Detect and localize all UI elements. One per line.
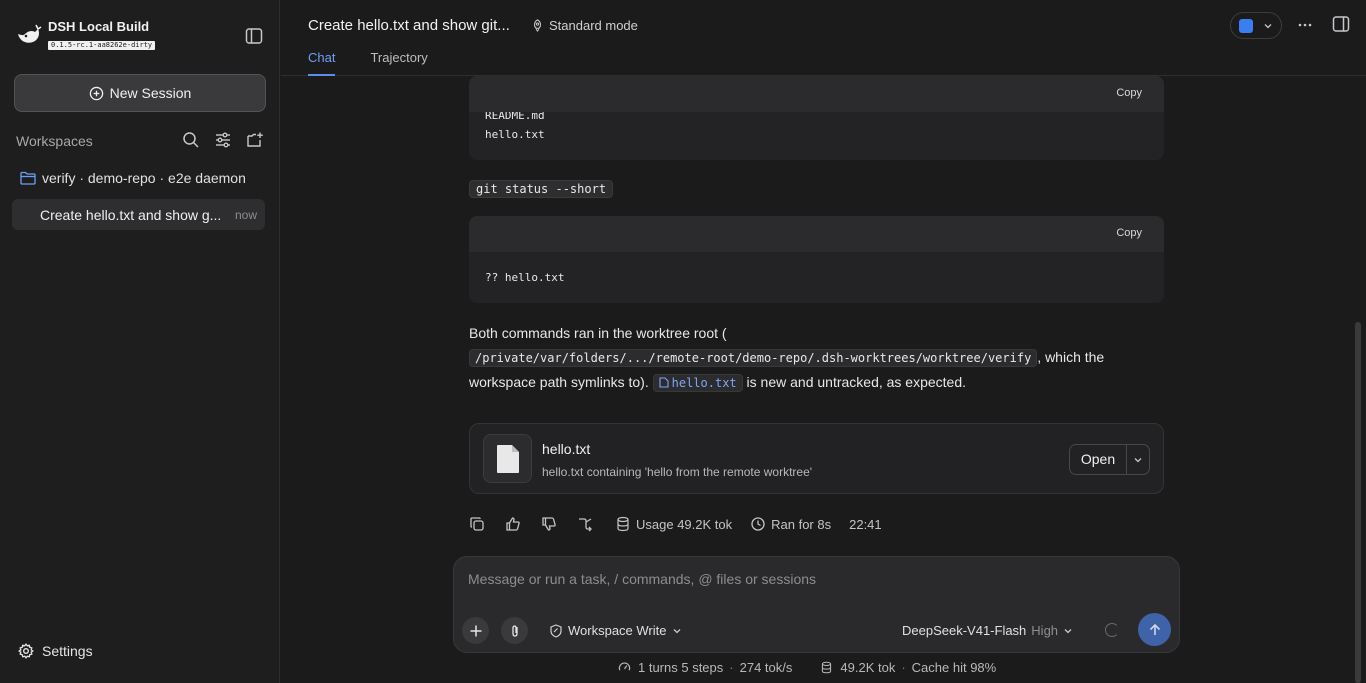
- session-status-bar: 1 turns 5 steps · 274 tok/s 49.2K tok · …: [618, 660, 996, 675]
- attach-button[interactable]: [501, 617, 528, 644]
- para-end: is new and untracked, as expected.: [746, 374, 967, 390]
- chevron-down-icon: [1264, 23, 1272, 28]
- plus-icon: [470, 625, 481, 636]
- sidebar-toggle-icon[interactable]: [244, 26, 264, 46]
- file-icon: [659, 377, 669, 388]
- session-title: Create hello.txt and show g...: [40, 206, 222, 223]
- workspace-name: verify · demo-repo · e2e daemon: [42, 170, 246, 186]
- agent-selector[interactable]: [1230, 12, 1282, 39]
- clock-icon: [751, 517, 765, 531]
- loading-spinner-icon: [1105, 623, 1119, 637]
- tab-bar: Chat Trajectory: [308, 50, 428, 76]
- scrollbar[interactable]: [1355, 322, 1361, 683]
- database-icon: [617, 516, 629, 532]
- chat-title: Create hello.txt and show git...: [308, 17, 510, 34]
- thumbs-up-icon[interactable]: [505, 516, 521, 532]
- add-folder-icon[interactable]: [246, 131, 264, 149]
- file-link-chip[interactable]: hello.txt: [652, 374, 743, 392]
- composer: Workspace Write DeepSeek-V41-Flash High: [453, 556, 1180, 653]
- code-line: ?? hello.txt: [485, 271, 565, 284]
- whale-logo-icon: [18, 24, 42, 43]
- message-time: 22:41: [849, 516, 882, 532]
- file-card-name: hello.txt: [542, 441, 591, 457]
- copy-icon[interactable]: [469, 516, 485, 532]
- brand-title: DSH Local Build: [48, 19, 150, 34]
- mode-label: Standard mode: [549, 18, 638, 33]
- code-block-header: Copy: [469, 76, 1164, 112]
- search-icon[interactable]: [182, 131, 200, 149]
- usage-label: Usage 49.2K tok: [636, 516, 733, 532]
- reasoning-level: High: [1031, 623, 1059, 638]
- add-button[interactable]: [462, 617, 489, 644]
- total-tokens: 49.2K tok: [840, 660, 896, 675]
- permission-selector[interactable]: Workspace Write: [549, 623, 682, 638]
- open-button[interactable]: Open: [1070, 445, 1127, 474]
- arrow-up-icon: [1149, 623, 1160, 635]
- usage-stat: Usage 49.2K tok: [615, 516, 732, 532]
- token-speed: 274 tok/s: [739, 660, 793, 675]
- turns-steps: 1 turns 5 steps: [638, 660, 724, 675]
- gear-icon: [18, 643, 34, 659]
- inline-command: git status --short: [469, 180, 614, 198]
- tab-trajectory[interactable]: Trajectory: [370, 50, 427, 76]
- code-line: hello.txt: [485, 128, 545, 141]
- paperclip-icon: [511, 624, 518, 637]
- new-session-button[interactable]: New Session: [14, 74, 266, 112]
- file-link-label: hello.txt: [671, 376, 737, 390]
- top-bar: Create hello.txt and show git... Standar…: [281, 0, 1366, 76]
- app-window: DSH Local Build 0.1.5-rc.1-aa8262e-dirty…: [0, 0, 1366, 683]
- agent-app-icon: [1239, 18, 1253, 33]
- para-start: Both commands ran in the worktree root (: [469, 325, 727, 341]
- branch-icon[interactable]: [577, 516, 593, 532]
- open-options-button[interactable]: [1127, 455, 1149, 465]
- cache-hit: Cache hit 98%: [911, 660, 997, 675]
- plus-circle-icon: [89, 86, 103, 100]
- model-name: DeepSeek-V41-Flash: [902, 623, 1027, 638]
- shield-edit-icon: [550, 623, 562, 638]
- new-session-label: New Session: [109, 85, 192, 101]
- brand-version-badge: 0.1.5-rc.1-aa8262e-dirty: [48, 41, 156, 50]
- chevron-down-icon: [673, 628, 680, 633]
- code-block-ls: Copy README.md hello.txt: [469, 76, 1164, 160]
- settings-label: Settings: [42, 643, 93, 659]
- copy-button[interactable]: Copy: [1116, 227, 1142, 239]
- settings-button[interactable]: Settings: [18, 643, 93, 659]
- folder-icon: [20, 171, 36, 185]
- file-card: hello.txt hello.txt containing 'hello fr…: [469, 423, 1164, 494]
- thumbs-down-icon[interactable]: [541, 516, 557, 532]
- open-button-group: Open: [1069, 444, 1150, 475]
- workspace-item[interactable]: verify · demo-repo · e2e daemon: [20, 170, 246, 186]
- code-block-header: Copy: [469, 216, 1164, 252]
- code-block-git-status: Copy ?? hello.txt: [469, 216, 1164, 303]
- model-selector[interactable]: DeepSeek-V41-Flash High: [902, 623, 1073, 638]
- more-options-icon[interactable]: [1296, 16, 1314, 34]
- workspaces-header: Workspaces: [16, 131, 266, 151]
- chevron-down-icon: [1064, 628, 1072, 633]
- brand: DSH Local Build 0.1.5-rc.1-aa8262e-dirty: [16, 19, 156, 50]
- send-button[interactable]: [1138, 613, 1171, 646]
- chevron-down-icon: [1134, 457, 1142, 462]
- assistant-message-text: Both commands ran in the worktree root (…: [469, 321, 1159, 395]
- filter-sliders-icon[interactable]: [214, 131, 232, 149]
- document-icon: [496, 444, 519, 473]
- session-item[interactable]: Create hello.txt and show g... now: [12, 199, 265, 230]
- message-actions: Usage 49.2K tok Ran for 8s 22:41: [468, 516, 882, 532]
- duration-stat: Ran for 8s: [750, 516, 831, 532]
- tab-chat[interactable]: Chat: [308, 50, 336, 76]
- file-card-description: hello.txt containing 'hello from the rem…: [542, 465, 813, 479]
- session-time: now: [234, 207, 257, 222]
- permission-label: Workspace Write: [568, 623, 667, 638]
- sidebar: DSH Local Build 0.1.5-rc.1-aa8262e-dirty…: [0, 0, 280, 683]
- mode-indicator[interactable]: Standard mode: [531, 18, 638, 33]
- worktree-path-code: /private/var/folders/.../remote-root/dem…: [469, 349, 1038, 367]
- speedometer-icon: [618, 662, 631, 671]
- workspaces-label: Workspaces: [16, 133, 93, 149]
- message-input[interactable]: [468, 571, 1158, 587]
- file-thumbnail: [483, 434, 532, 483]
- rocket-icon: [533, 19, 542, 32]
- database-icon: [822, 661, 832, 674]
- right-panel-toggle-icon[interactable]: [1332, 15, 1350, 33]
- duration-label: Ran for 8s: [771, 516, 832, 532]
- copy-button[interactable]: Copy: [1116, 87, 1142, 99]
